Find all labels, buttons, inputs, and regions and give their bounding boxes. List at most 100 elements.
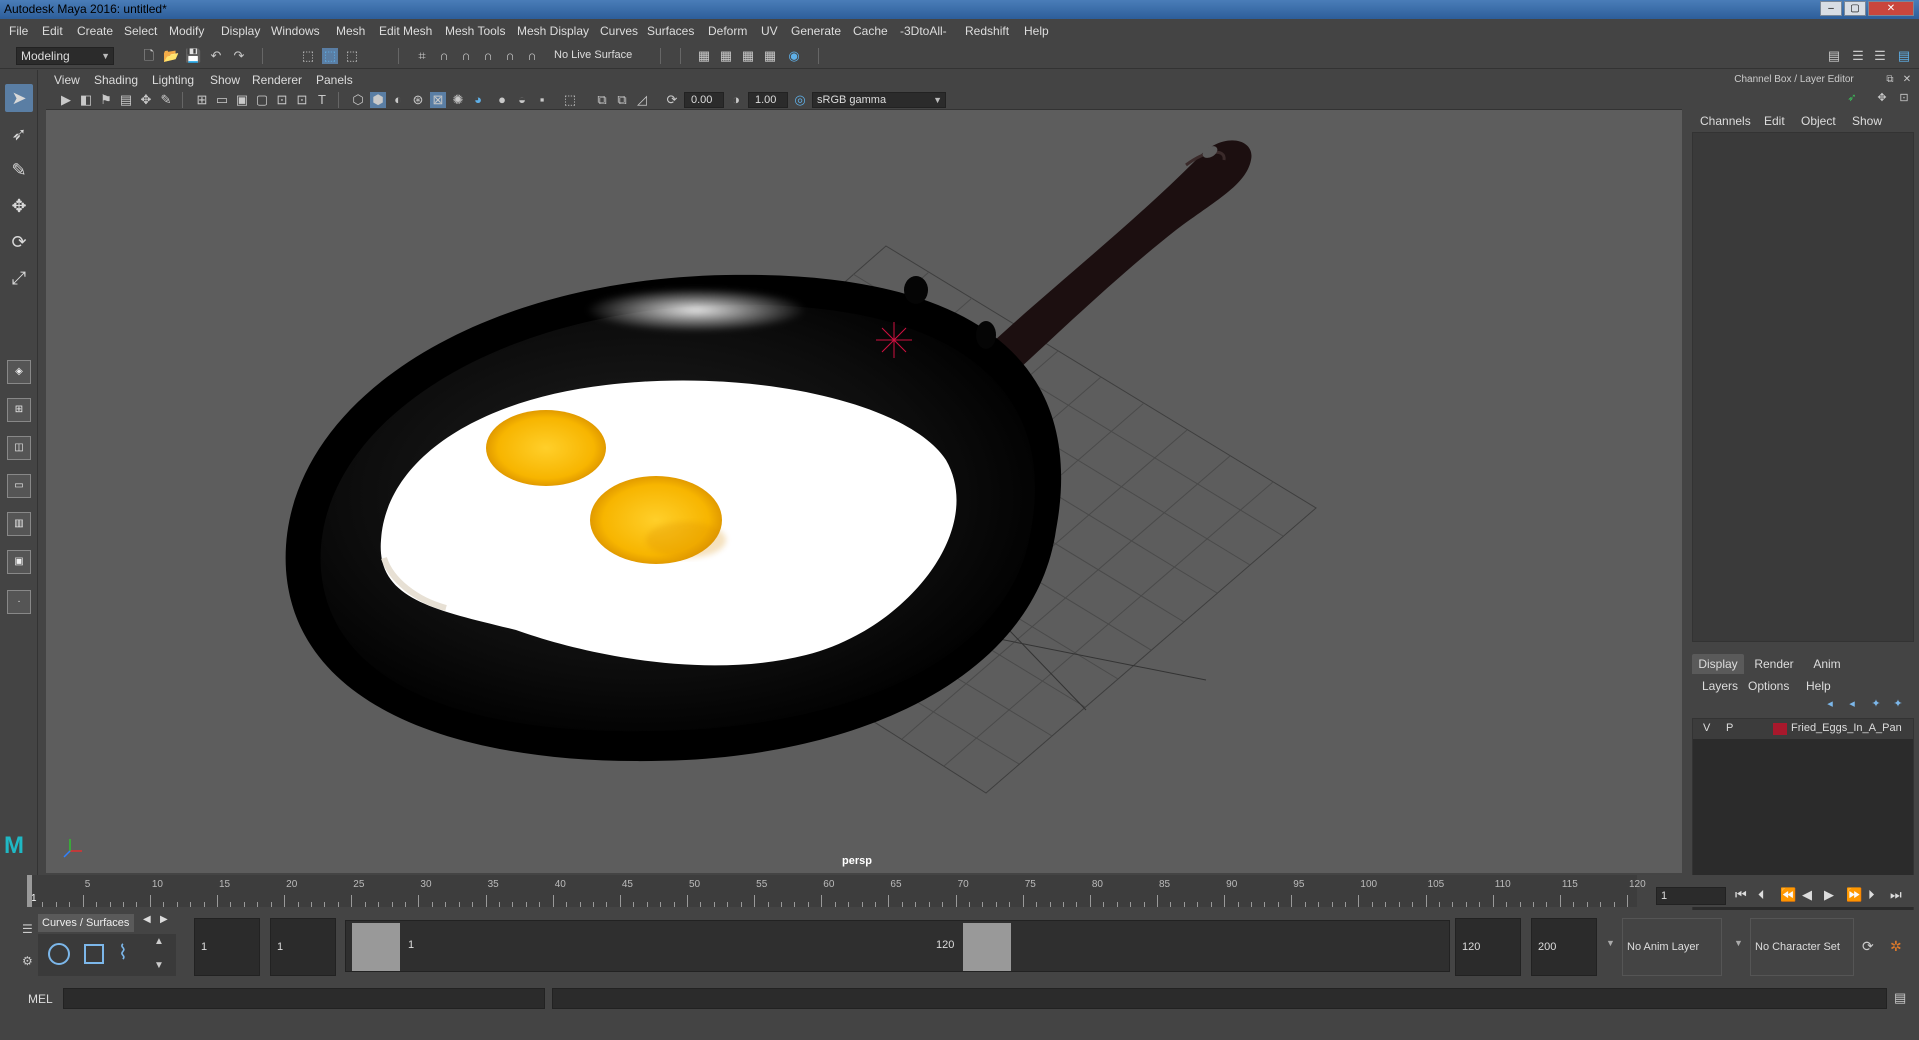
shelf-scroll-up-icon[interactable]: ▲ xyxy=(154,936,164,947)
shelf-menu-icon[interactable]: ☰ xyxy=(22,922,33,936)
float-icon[interactable]: ⧉ xyxy=(1882,72,1898,88)
graph-editor-layout-icon[interactable]: ▥ xyxy=(7,512,31,536)
menu-mesh-tools[interactable]: Mesh Tools xyxy=(445,24,505,38)
menu-3dtoall[interactable]: -3DtoAll- xyxy=(900,24,947,38)
xray-joints-icon[interactable]: ⧉ xyxy=(594,92,610,108)
default-lighting-icon[interactable]: ◐ xyxy=(390,92,406,108)
scene-start-field[interactable]: 1 xyxy=(194,918,260,976)
undo-icon[interactable]: ↶ xyxy=(208,48,224,64)
shelf-tab-next-icon[interactable]: ▶ xyxy=(160,914,168,925)
snap-magnet-icon[interactable]: ∩ xyxy=(524,48,540,64)
hyperbolic-icon[interactable]: ⊡ xyxy=(1896,90,1912,106)
wireframe-icon[interactable]: ⬡ xyxy=(350,92,366,108)
edit-menu[interactable]: Edit xyxy=(1764,114,1785,128)
menu-windows[interactable]: Windows xyxy=(271,24,320,38)
field-chart-icon[interactable]: ⊡ xyxy=(274,92,290,108)
menu-cache[interactable]: Cache xyxy=(853,24,888,38)
channel-box-area[interactable] xyxy=(1692,132,1914,642)
textured-icon[interactable]: ⊛ xyxy=(410,92,426,108)
panel-menu-show[interactable]: Show xyxy=(210,73,240,87)
range-end-handle[interactable] xyxy=(963,923,1011,971)
script-editor-icon[interactable]: ▤ xyxy=(1894,990,1906,1006)
select-object-icon[interactable]: ⬚ xyxy=(322,48,338,64)
snap-surface-icon[interactable]: ∩ xyxy=(502,48,518,64)
snap-curve-icon[interactable]: ∩ xyxy=(436,48,452,64)
menu-display[interactable]: Display xyxy=(221,24,260,38)
layer-name[interactable]: Fried_Eggs_In_A_Pan xyxy=(1791,722,1902,734)
rotate-tool-icon[interactable]: ⟳ xyxy=(5,228,33,256)
new-layer-icon[interactable]: ✦ xyxy=(1868,696,1884,712)
snap-view-icon[interactable]: ∩ xyxy=(480,48,496,64)
layer-playback-toggle[interactable]: P xyxy=(1726,722,1733,734)
go-to-end-icon[interactable]: ⏭ xyxy=(1890,887,1902,903)
menu-redshift[interactable]: Redshift xyxy=(965,24,1009,38)
shelf-settings-icon[interactable]: ⚙ xyxy=(22,954,33,968)
character-set-dropdown[interactable]: No Character Set xyxy=(1750,918,1854,976)
time-ruler[interactable]: 1 5 10 15 20 25 30 35 40 45 50 55 60 65 70 75 80 85 90 95 10… xyxy=(27,875,1646,907)
custom-layout-icon[interactable]: · xyxy=(7,590,31,614)
modeling-toolkit-icon[interactable]: ▤ xyxy=(1826,48,1842,64)
menu-curves[interactable]: Curves xyxy=(600,24,638,38)
menu-mesh-display[interactable]: Mesh Display xyxy=(517,24,589,38)
step-back-icon[interactable]: ⏴ xyxy=(1758,887,1765,903)
tab-display[interactable]: Display xyxy=(1692,654,1744,674)
smooth-shade-icon[interactable]: ⬢ xyxy=(370,92,386,108)
snap-grid-icon[interactable]: ⌗ xyxy=(414,48,430,64)
menu-mesh[interactable]: Mesh xyxy=(336,24,365,38)
go-to-start-icon[interactable]: ⏮ xyxy=(1735,887,1747,903)
outliner-layout-icon[interactable]: ▭ xyxy=(7,474,31,498)
range-slider[interactable]: 1 120 xyxy=(345,920,1450,972)
scene-end-field[interactable]: 200 xyxy=(1531,918,1597,976)
menu-modify[interactable]: Modify xyxy=(169,24,204,38)
use-all-lights-icon[interactable]: ✺ xyxy=(450,92,466,108)
show-menu[interactable]: Show xyxy=(1852,114,1882,128)
snap-point-icon[interactable]: ∩ xyxy=(458,48,474,64)
panel-menu-shading[interactable]: Shading xyxy=(94,73,138,87)
view-transform-dropdown[interactable]: sRGB gamma ▼ xyxy=(812,92,946,108)
menu-edit[interactable]: Edit xyxy=(42,24,63,38)
animation-preferences-icon[interactable]: ✲ xyxy=(1890,938,1902,955)
backface-culling-icon[interactable]: ◿ xyxy=(634,92,650,108)
gamma-icon[interactable]: ◑ xyxy=(728,92,744,108)
save-scene-icon[interactable]: 💾 xyxy=(185,48,201,64)
scale-tool-icon[interactable]: ⤢ xyxy=(5,264,33,292)
live-surface-label[interactable]: No Live Surface xyxy=(554,49,632,61)
perspective-viewport[interactable]: persp xyxy=(46,110,1682,873)
motion-blur-icon[interactable]: ◒ xyxy=(514,92,530,108)
maximize-button[interactable]: ▢ xyxy=(1844,1,1866,16)
menu-edit-mesh[interactable]: Edit Mesh xyxy=(379,24,432,38)
gate-mask-icon[interactable]: ▢ xyxy=(254,92,270,108)
playback-end-field[interactable]: 120 xyxy=(1455,918,1521,976)
play-backwards-icon[interactable]: ◀ xyxy=(1802,887,1812,903)
shelf-scroll-down-icon[interactable]: ▼ xyxy=(154,960,164,971)
command-input[interactable] xyxy=(63,988,545,1009)
close-button[interactable]: ✕ xyxy=(1868,1,1914,16)
tool-settings-icon[interactable]: ☰ xyxy=(1872,48,1888,64)
color-management-icon[interactable]: ◎ xyxy=(792,92,808,108)
menu-generate[interactable]: Generate xyxy=(791,24,841,38)
speed-icon[interactable]: ✥ xyxy=(1874,90,1890,106)
hypershade-icon[interactable]: ◉ xyxy=(786,48,802,64)
image-plane-icon[interactable]: ▤ xyxy=(118,92,134,108)
panel-menu-panels[interactable]: Panels xyxy=(316,73,353,87)
help-menu[interactable]: Help xyxy=(1806,679,1831,693)
exposure-field[interactable]: 0.00 xyxy=(684,92,724,108)
shadows-icon[interactable]: ◕ xyxy=(470,92,486,108)
hypershade-layout-icon[interactable]: ▣ xyxy=(7,550,31,574)
film-gate-icon[interactable]: ▭ xyxy=(214,92,230,108)
ipr-render-icon[interactable]: ▦ xyxy=(740,48,756,64)
manipulator-icon[interactable]: ➶ xyxy=(1844,90,1860,106)
two-view-layout-icon[interactable]: ◫ xyxy=(7,436,31,460)
range-start-handle[interactable] xyxy=(352,923,400,971)
exposure-icon[interactable]: ⟳ xyxy=(664,92,680,108)
safe-action-icon[interactable]: ⊡ xyxy=(294,92,310,108)
redo-icon[interactable]: ↷ xyxy=(231,48,247,64)
xray-icon[interactable]: ⊠ xyxy=(430,92,446,108)
chevron-down-icon[interactable]: ▼ xyxy=(1734,938,1743,948)
step-forward-key-icon[interactable]: ⏩ xyxy=(1846,887,1862,903)
menu-deform[interactable]: Deform xyxy=(708,24,747,38)
menu-uv[interactable]: UV xyxy=(761,24,778,38)
mode-selector[interactable]: Modeling ▼ xyxy=(16,47,114,65)
move-layer-up-icon[interactable]: ◂ xyxy=(1822,696,1838,712)
layers-menu[interactable]: Layers xyxy=(1702,679,1738,693)
